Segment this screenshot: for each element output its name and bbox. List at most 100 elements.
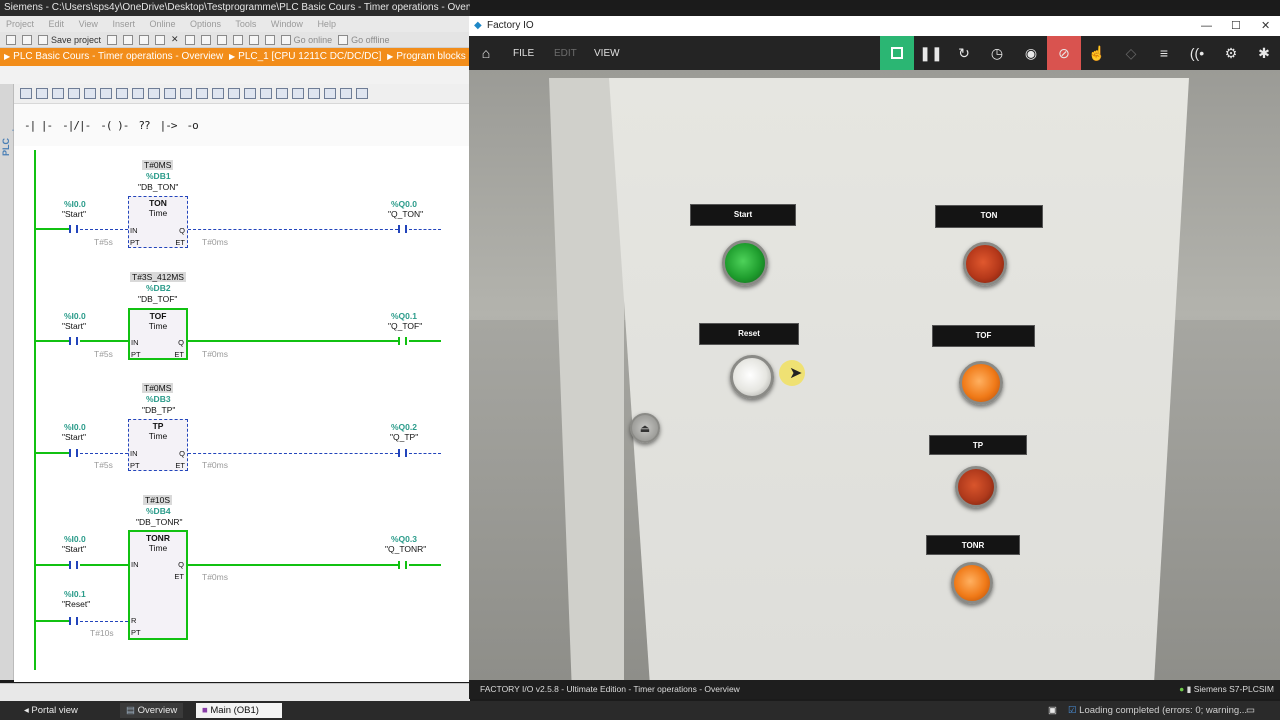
n3-output-coil[interactable] bbox=[398, 449, 407, 457]
pause-icon[interactable]: ❚❚ bbox=[914, 36, 948, 70]
refresh-icon[interactable] bbox=[276, 88, 288, 99]
new-project-icon[interactable] bbox=[6, 34, 16, 45]
n1-output-coil[interactable] bbox=[398, 225, 407, 233]
camera-icon[interactable]: ◉ bbox=[1014, 36, 1048, 70]
menu-file[interactable]: FILE bbox=[513, 48, 534, 59]
minimize-icon[interactable]: — bbox=[1201, 16, 1212, 36]
comment-toggle-icon[interactable] bbox=[116, 88, 128, 99]
undo-block-icon[interactable] bbox=[292, 88, 304, 99]
close-all-networks-icon[interactable] bbox=[68, 88, 80, 99]
compile-icon[interactable] bbox=[216, 34, 227, 45]
network-overview-icon[interactable] bbox=[132, 88, 144, 99]
call-hierarchy-icon[interactable] bbox=[212, 88, 224, 99]
home-icon[interactable]: ⌂ bbox=[469, 36, 503, 70]
close-icon[interactable]: ✕ bbox=[1261, 16, 1270, 36]
print-icon[interactable] bbox=[107, 34, 118, 45]
stop-icon[interactable] bbox=[880, 36, 914, 70]
breadcrumb-program-blocks[interactable]: Program blocks bbox=[396, 51, 465, 62]
menu-tools[interactable]: Tools bbox=[235, 19, 256, 29]
overview-tab[interactable]: ▤ Overview bbox=[120, 703, 184, 718]
cut-icon[interactable] bbox=[123, 34, 134, 45]
n2-start-contact[interactable] bbox=[69, 337, 78, 345]
open-project-icon[interactable] bbox=[22, 34, 32, 45]
breakpoint-icon[interactable] bbox=[244, 88, 256, 99]
drivers-icon[interactable]: ⚙ bbox=[1214, 36, 1248, 70]
redo-block-icon[interactable] bbox=[308, 88, 320, 99]
n4-output-coil[interactable] bbox=[398, 561, 407, 569]
menu-online[interactable]: Online bbox=[149, 19, 175, 29]
reset-icon[interactable]: ↻ bbox=[947, 36, 981, 70]
start-button[interactable] bbox=[722, 240, 768, 286]
timer-icon[interactable]: ◷ bbox=[980, 36, 1014, 70]
ladder-editor[interactable]: T#0MS %DB1 "DB_TON" %I0.0 "Start" TON Ti… bbox=[14, 146, 470, 682]
step-icon[interactable] bbox=[260, 88, 272, 99]
properties-icon[interactable]: ▣ bbox=[1042, 703, 1063, 718]
open-all-networks-icon[interactable] bbox=[52, 88, 64, 99]
3d-scene[interactable]: Start Reset ➤ ⏏ TON TOF TP TONR bbox=[469, 70, 1280, 680]
n4-timer-block[interactable]: TONR Time IN R PT Q ET bbox=[128, 530, 188, 640]
go-to-icon[interactable] bbox=[196, 88, 208, 99]
delete-icon[interactable]: ✕ bbox=[171, 34, 179, 45]
go-offline-button[interactable]: Go offline bbox=[338, 34, 389, 45]
n1-start-contact[interactable] bbox=[69, 225, 78, 233]
n3-timer-block[interactable]: TP Time IN PT Q ET bbox=[128, 419, 188, 471]
emergency-stop-button[interactable]: ⏏ bbox=[630, 413, 660, 443]
menu-window[interactable]: Window bbox=[271, 19, 303, 29]
help-icon[interactable] bbox=[356, 88, 368, 99]
n2-timer-block[interactable]: TOF Time IN PT Q ET bbox=[128, 308, 188, 360]
settings-gear-icon[interactable]: ✱ bbox=[1247, 36, 1280, 70]
go-online-button[interactable]: Go online bbox=[280, 34, 332, 45]
fault-icon[interactable]: ⊘ bbox=[1047, 36, 1081, 70]
search-icon[interactable] bbox=[324, 88, 336, 99]
breadcrumb-plc[interactable]: PLC_1 [CPU 1211C DC/DC/DC] bbox=[238, 51, 381, 62]
save-project-button[interactable]: Save project bbox=[38, 34, 101, 45]
cross-reference-icon[interactable] bbox=[228, 88, 240, 99]
settings-icon[interactable] bbox=[340, 88, 352, 99]
fav-nc-contact-icon[interactable]: -|/|- bbox=[62, 119, 91, 132]
signal-icon[interactable]: ((• bbox=[1180, 36, 1214, 70]
menu-help[interactable]: Help bbox=[317, 19, 336, 29]
n3-start-contact[interactable] bbox=[69, 449, 78, 457]
reset-button[interactable] bbox=[730, 355, 774, 399]
fav-coil-icon[interactable]: -( )- bbox=[100, 119, 129, 132]
list-icon[interactable]: ≡ bbox=[1147, 36, 1181, 70]
monitor-on-icon[interactable] bbox=[180, 88, 192, 99]
jump-icon[interactable] bbox=[148, 88, 160, 99]
monitor-icon[interactable] bbox=[164, 88, 176, 99]
paste-icon[interactable] bbox=[155, 34, 166, 45]
absolute-operands-icon[interactable] bbox=[84, 88, 96, 99]
menu-insert[interactable]: Insert bbox=[112, 19, 135, 29]
n4-reset-contact[interactable] bbox=[69, 617, 78, 625]
copy-icon[interactable] bbox=[139, 34, 150, 45]
favorites-toggle-icon[interactable] bbox=[100, 88, 112, 99]
hand-icon[interactable]: ☝ bbox=[1080, 36, 1114, 70]
fav-close-branch-icon[interactable]: -o bbox=[187, 119, 199, 132]
menu-options[interactable]: Options bbox=[190, 19, 221, 29]
fav-no-contact-icon[interactable]: -| |- bbox=[24, 119, 53, 132]
menu-view[interactable]: VIEW bbox=[594, 48, 620, 59]
n4-start-contact[interactable] bbox=[69, 561, 78, 569]
menu-view[interactable]: View bbox=[79, 19, 98, 29]
menu-edit[interactable]: EDIT bbox=[554, 48, 577, 59]
driver-status[interactable]: ● ▮ Siemens S7-PLCSIM bbox=[1179, 680, 1274, 699]
portal-view-button[interactable]: ◂ Portal view bbox=[18, 703, 84, 718]
insert-network-icon[interactable] bbox=[20, 88, 32, 99]
undo-icon[interactable] bbox=[184, 34, 195, 45]
sensor-icon[interactable]: ◇ bbox=[1114, 36, 1148, 70]
loading-status[interactable]: ☑ Loading completed (errors: 0; warning.… bbox=[1062, 703, 1253, 718]
breadcrumb-project[interactable]: PLC Basic Cours - Timer operations - Ove… bbox=[13, 51, 223, 62]
n2-output-coil[interactable] bbox=[398, 337, 407, 345]
delete-network-icon[interactable] bbox=[36, 88, 48, 99]
fav-empty-box-icon[interactable]: ?? bbox=[138, 119, 150, 132]
maximize-icon[interactable]: ☐ bbox=[1231, 16, 1241, 36]
n1-timer-block[interactable]: TON Time IN PT Q ET bbox=[128, 196, 188, 248]
fav-open-branch-icon[interactable]: |-> bbox=[160, 119, 178, 132]
menu-edit[interactable]: Edit bbox=[49, 19, 65, 29]
download-icon[interactable] bbox=[232, 34, 243, 45]
window-icon[interactable]: ▭ bbox=[1240, 703, 1261, 718]
menu-project[interactable]: Project bbox=[6, 19, 34, 29]
redo-icon[interactable] bbox=[200, 34, 211, 45]
main-ob1-tab[interactable]: ■ Main (OB1) bbox=[196, 703, 282, 718]
upload-icon[interactable] bbox=[248, 34, 259, 45]
simulation-icon[interactable] bbox=[264, 34, 275, 45]
